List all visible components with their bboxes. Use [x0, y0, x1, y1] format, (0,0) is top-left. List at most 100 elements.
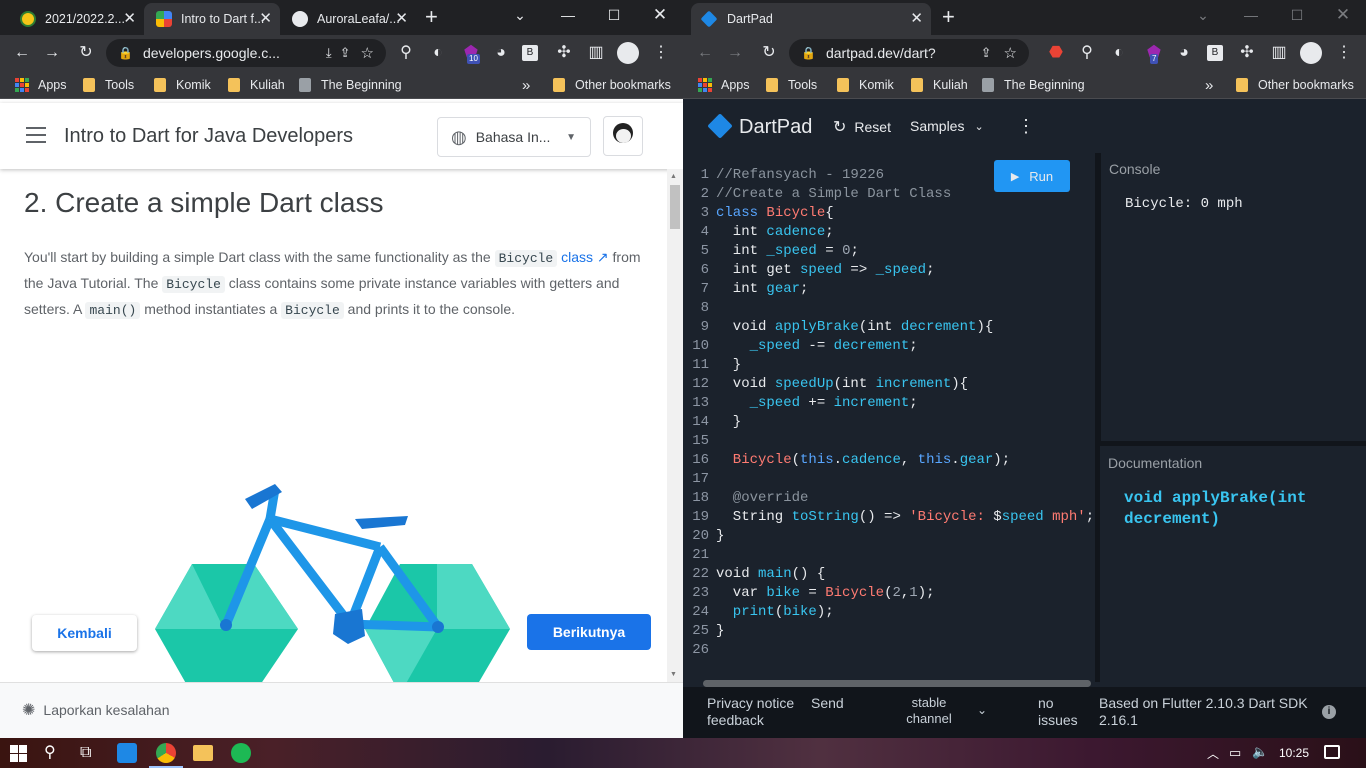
side-panel-icon[interactable]: ▥	[585, 42, 607, 64]
code-line[interactable]: @override	[716, 490, 809, 506]
code-line[interactable]: int _speed = 0;	[716, 243, 859, 259]
code-line[interactable]: int gear;	[716, 281, 809, 297]
scrollbar-thumb[interactable]	[670, 185, 680, 229]
extensions-puzzle-icon[interactable]: ✣	[1236, 42, 1258, 64]
file-explorer-icon[interactable]	[193, 745, 213, 761]
extensions-puzzle-icon[interactable]: ✣	[553, 42, 575, 64]
tab-dartpad[interactable]: DartPad ✕	[691, 3, 931, 35]
info-icon[interactable]: i	[1322, 705, 1336, 719]
channel-select[interactable]: stable channel	[899, 695, 959, 727]
bookmark-star-icon[interactable]: ☆	[1004, 44, 1017, 62]
close-window-button[interactable]: ✕	[1323, 0, 1363, 30]
code-line[interactable]: int get speed => _speed;	[716, 262, 935, 278]
forward-icon[interactable]: →	[724, 42, 746, 64]
spotify-icon[interactable]	[231, 743, 251, 763]
minimize-button[interactable]: —	[1231, 0, 1271, 30]
bookmark-apps[interactable]: Apps	[15, 76, 67, 94]
code-line[interactable]: var bike = Bicycle(2,1);	[716, 585, 935, 601]
bookmarks-overflow-button[interactable]: »	[522, 76, 530, 94]
code-line[interactable]: }	[716, 414, 741, 430]
bookmark-tools[interactable]: Tools	[766, 76, 817, 94]
avatar[interactable]	[603, 116, 643, 156]
network-icon[interactable]: ▭	[1229, 745, 1241, 761]
back-button[interactable]: Kembali	[32, 615, 137, 651]
extension-icon[interactable]: ⚲	[395, 42, 417, 64]
volume-icon[interactable]: 🔈	[1252, 744, 1268, 760]
back-icon[interactable]: ←	[11, 42, 33, 64]
hamburger-menu-icon[interactable]	[26, 127, 46, 143]
extension-icon[interactable]: ⬣	[1045, 42, 1067, 64]
address-bar[interactable]: 🔒 dartpad.dev/dart? ⇪ ☆	[789, 39, 1029, 67]
bookmark-apps[interactable]: Apps	[698, 76, 750, 94]
close-icon[interactable]: ✕	[395, 11, 408, 27]
new-tab-button[interactable]: +	[942, 5, 955, 29]
share-icon[interactable]: ⇪	[340, 45, 351, 61]
privacy-notice-link[interactable]: Privacy notice feedback	[707, 695, 794, 729]
bookmark-tools[interactable]: Tools	[83, 76, 134, 94]
code-editor[interactable]: 1 //Refansyach - 19226 2 //Create a Simple …	[683, 162, 1095, 682]
close-window-button[interactable]: ✕	[640, 0, 680, 30]
bookmark-kuliah[interactable]: Kuliah	[911, 76, 968, 94]
chrome-icon[interactable]	[156, 743, 176, 763]
bookmark-the-beginning[interactable]: The Beginning	[982, 76, 1085, 94]
report-issue-link[interactable]: ✺ Laporkan kesalahan	[22, 700, 170, 720]
code-line[interactable]: print(bike);	[716, 604, 834, 620]
bookmark-the-beginning[interactable]: The Beginning	[299, 76, 402, 94]
chevron-down-icon[interactable]: ⌄	[977, 703, 987, 717]
profile-avatar[interactable]	[1300, 42, 1322, 64]
maximize-button[interactable]: ☐	[1277, 0, 1317, 30]
send-feedback-link[interactable]: Send	[811, 695, 844, 711]
close-icon[interactable]: ✕	[259, 11, 272, 27]
page-scrollbar[interactable]: ▲ ▼	[667, 169, 683, 682]
reload-icon[interactable]: ↻	[75, 42, 97, 64]
tab-intro-dart[interactable]: Intro to Dart f... ✕	[144, 3, 280, 35]
run-button[interactable]: ▶ Run	[994, 160, 1070, 192]
language-select[interactable]: ◍ Bahasa In... ▼	[437, 117, 591, 157]
menu-icon[interactable]: ⋮	[650, 42, 672, 64]
tab-search-button[interactable]: ⌄	[1183, 0, 1223, 30]
clock[interactable]: 10:25	[1279, 746, 1309, 760]
extension-icon[interactable]: ◕	[490, 42, 512, 64]
bookmark-komik[interactable]: Komik	[837, 76, 894, 94]
samples-dropdown[interactable]: Samples ⌄	[910, 118, 984, 134]
extension-icon[interactable]: ◐	[1108, 42, 1130, 64]
tab-github[interactable]: AuroraLeafa/... ✕	[280, 3, 416, 35]
notifications-icon[interactable]	[1324, 745, 1340, 759]
forward-icon[interactable]: →	[41, 42, 63, 64]
maximize-button[interactable]: ☐	[594, 0, 634, 30]
code-line[interactable]: String toString() => 'Bicycle: $speed mp…	[716, 509, 1094, 525]
extension-icon[interactable]: ⬟ 7	[1143, 42, 1165, 64]
reset-button[interactable]: ↻ Reset	[833, 117, 891, 137]
bicycle-class-link[interactable]: class ↗	[561, 249, 609, 265]
code-line[interactable]: void speedUp(int increment){	[716, 376, 968, 392]
code-line[interactable]: class Bicycle{	[716, 205, 834, 221]
code-line[interactable]: }	[716, 357, 741, 373]
code-line[interactable]: }	[716, 623, 724, 639]
tab-search-button[interactable]: ⌄	[500, 0, 540, 30]
search-icon[interactable]: ⚲	[44, 743, 64, 763]
bookmark-star-icon[interactable]: ☆	[361, 44, 374, 62]
code-line[interactable]: //Refansyach - 19226	[716, 167, 884, 183]
menu-icon[interactable]: ⋮	[1333, 42, 1355, 64]
back-icon[interactable]: ←	[694, 42, 716, 64]
task-view-icon[interactable]: ⧉	[80, 743, 100, 763]
tab-siakad[interactable]: 2021/2022.2... ✕	[8, 3, 144, 35]
windows-icon[interactable]	[10, 745, 27, 762]
chevron-up-icon[interactable]: ︿	[1207, 745, 1219, 762]
code-line[interactable]: void main() {	[716, 566, 825, 582]
minimize-button[interactable]: —	[548, 0, 588, 30]
vscode-icon[interactable]	[117, 743, 137, 763]
code-line[interactable]: Bicycle(this.cadence, this.gear);	[716, 452, 1010, 468]
code-line[interactable]: void applyBrake(int decrement){	[716, 319, 993, 335]
extension-icon[interactable]: ⬟ 10	[460, 42, 482, 64]
close-icon[interactable]: ✕	[123, 11, 136, 27]
extension-icon[interactable]: B	[522, 45, 538, 61]
code-line[interactable]: _speed -= decrement;	[716, 338, 918, 354]
bookmark-kuliah[interactable]: Kuliah	[228, 76, 285, 94]
code-line[interactable]: _speed += increment;	[716, 395, 918, 411]
install-icon[interactable]: ⤓	[326, 45, 332, 61]
address-bar[interactable]: 🔒 developers.google.c... ⤓ ⇪ ☆	[106, 39, 386, 67]
bookmarks-overflow-button[interactable]: »	[1205, 76, 1213, 94]
share-icon[interactable]: ⇪	[981, 45, 992, 61]
bookmark-komik[interactable]: Komik	[154, 76, 211, 94]
